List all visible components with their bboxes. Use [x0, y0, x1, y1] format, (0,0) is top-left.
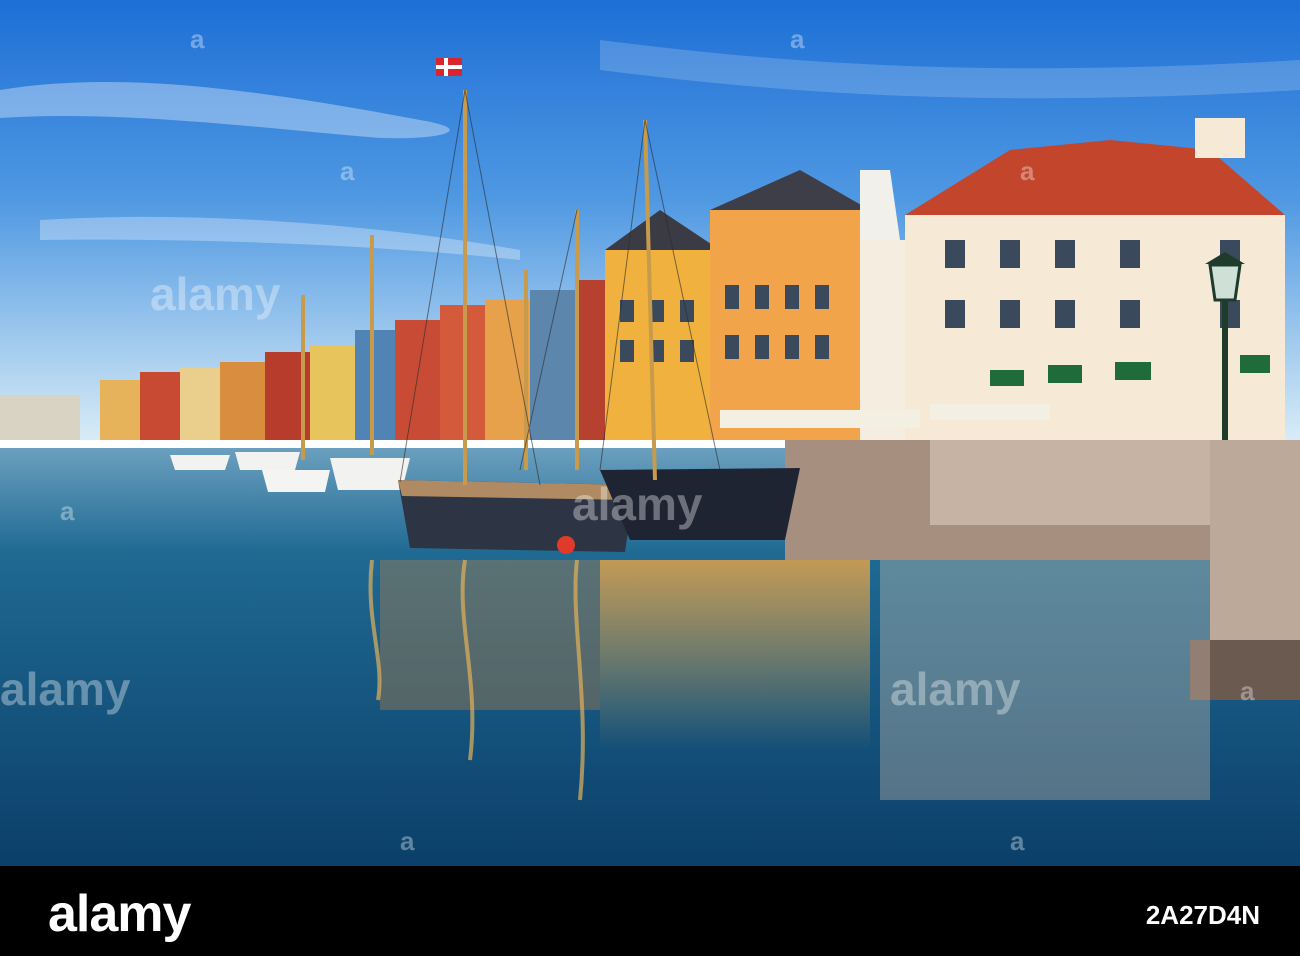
watermark-mark: a — [340, 156, 355, 186]
footer-logo: alamy — [48, 885, 191, 943]
stock-id: 2A27D4N — [1145, 900, 1260, 930]
watermark-mark: a — [60, 496, 75, 526]
watermark-mark: a — [790, 24, 805, 54]
watermark-mark: a — [190, 24, 205, 54]
watermark-text: alamy — [890, 663, 1021, 715]
harbor-scene: alamy alamy alamy alamy a a a a a a a a — [0, 0, 1300, 866]
watermark-mark: a — [1020, 156, 1035, 186]
stock-photo: alamy alamy alamy alamy a a a a a a a a … — [0, 0, 1300, 956]
watermark-text: alamy — [150, 268, 281, 320]
watermark-text: alamy — [0, 663, 131, 715]
watermark-mark: a — [400, 826, 415, 856]
danish-flag — [436, 58, 462, 76]
stock-footer-bar — [0, 866, 1300, 956]
watermark-text: alamy — [572, 478, 703, 530]
watermark-mark: a — [1010, 826, 1025, 856]
watermark-mark: a — [1240, 676, 1255, 706]
